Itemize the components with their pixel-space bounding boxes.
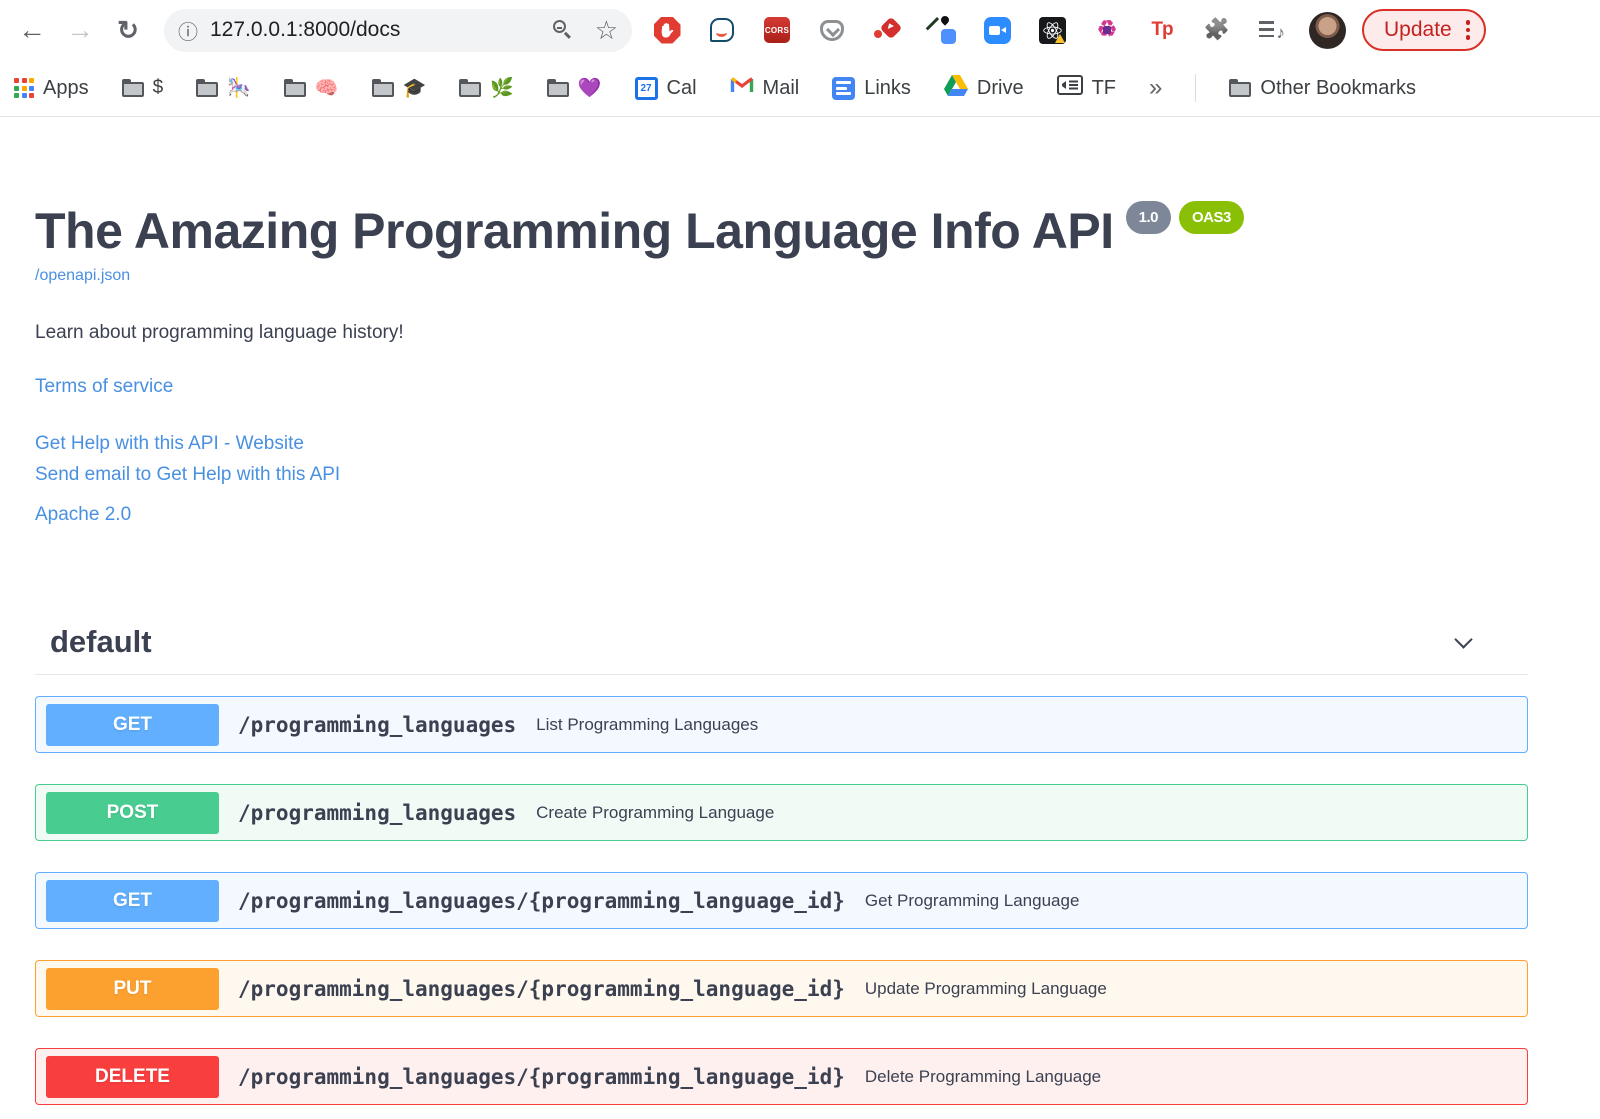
bookmark-tf[interactable]: TF	[1056, 75, 1116, 101]
pocket-extension-icon[interactable]	[817, 15, 847, 45]
bookmark-folder-money[interactable]: $	[121, 77, 163, 99]
calendar-icon: 27	[634, 76, 658, 100]
help-email-link[interactable]: Send email to Get Help with this API	[35, 464, 1528, 486]
reload-icon: ↻	[117, 14, 139, 45]
gmail-icon	[729, 76, 754, 100]
page-title: The Amazing Programming Language Info AP…	[35, 201, 1528, 260]
bookmark-folder-heart[interactable]: 💜	[546, 76, 602, 100]
red-arrow-extension-icon[interactable]	[872, 15, 903, 45]
endpoint-summary: Update Programming Language	[864, 978, 1107, 998]
site-info-icon[interactable]: ⓘ	[178, 16, 198, 45]
api-description: Learn about programming language history…	[35, 322, 404, 343]
bookmark-folder-carousel[interactable]: 🎠	[196, 76, 251, 100]
apps-grid-icon	[14, 78, 34, 98]
openapi-spec-link[interactable]: /openapi.json	[35, 267, 1528, 285]
tf-card-icon	[1056, 75, 1083, 101]
endpoint-path: /programming_languages/{programming_lang…	[238, 1064, 845, 1089]
method-badge: POST	[46, 791, 219, 834]
method-badge: DELETE	[46, 1055, 219, 1098]
endpoint-path: /programming_languages/{programming_lang…	[238, 976, 845, 1001]
folder-icon	[196, 79, 219, 97]
tag-name: default	[50, 624, 152, 659]
address-bar[interactable]: ⓘ 127.0.0.1:8000/docs ☆	[164, 8, 632, 52]
method-badge: PUT	[46, 967, 219, 1010]
chevron-down-icon[interactable]	[1454, 629, 1473, 649]
zoom-out-icon[interactable]	[552, 20, 573, 40]
browser-menu-icon[interactable]	[1465, 20, 1471, 40]
bookmarks-bar: Apps $ 🎠 🧠 🎓 🌿 💜 27 Cal Mail Links Drive…	[0, 60, 1600, 117]
bookmark-folder-herb[interactable]: 🌿	[459, 76, 514, 100]
endpoint-summary: Delete Programming Language	[864, 1066, 1102, 1086]
bookmark-folder-brain[interactable]: 🧠	[283, 76, 339, 100]
version-badge: 1.0	[1125, 201, 1172, 234]
endpoint-row-post-create[interactable]: POST /programming_languages Create Progr…	[35, 784, 1528, 841]
drive-icon	[943, 74, 968, 102]
tag-section-default: default GET /programming_languages List …	[35, 618, 1528, 1105]
endpoint-path: /programming_languages	[238, 712, 517, 737]
bookmark-calendar[interactable]: 27 Cal	[634, 76, 697, 100]
playlist-icon[interactable]: ♪	[1257, 15, 1287, 45]
endpoint-row-delete[interactable]: DELETE /programming_languages/{programmi…	[35, 1048, 1528, 1105]
other-bookmarks[interactable]: Other Bookmarks	[1229, 77, 1416, 100]
endpoint-summary: Get Programming Language	[864, 890, 1080, 910]
bookmark-mail[interactable]: Mail	[729, 76, 799, 100]
bookmark-apps[interactable]: Apps	[14, 77, 89, 100]
bookmark-star-icon[interactable]: ☆	[595, 17, 618, 43]
bookmark-links[interactable]: Links	[832, 76, 911, 100]
endpoint-path: /programming_languages/{programming_lang…	[238, 888, 845, 913]
url-text[interactable]: 127.0.0.1:8000/docs	[210, 18, 553, 42]
back-button[interactable]: ←	[12, 10, 52, 50]
eyedropper-extension-icon[interactable]	[925, 14, 957, 45]
endpoint-row-get-list[interactable]: GET /programming_languages List Programm…	[35, 696, 1528, 753]
license-link[interactable]: Apache 2.0	[35, 504, 1528, 526]
reload-button[interactable]: ↻	[108, 10, 148, 50]
react-devtools-extension-icon[interactable]	[1037, 15, 1067, 45]
bookmark-folder-grad[interactable]: 🎓	[371, 76, 426, 100]
adblock-extension-icon[interactable]: ✋	[652, 15, 682, 45]
endpoint-row-get-one[interactable]: GET /programming_languages/{programming_…	[35, 872, 1528, 929]
cors-extension-icon[interactable]: CORS	[762, 15, 792, 45]
browser-toolbar: ← → ↻ ⓘ 127.0.0.1:8000/docs ☆ ✋ CORS ♻ T…	[0, 0, 1600, 60]
folder-icon	[459, 79, 482, 97]
tag-header[interactable]: default	[35, 618, 1528, 675]
endpoint-row-put-update[interactable]: PUT /programming_languages/{programming_…	[35, 960, 1528, 1017]
endpoint-summary: List Programming Languages	[536, 714, 759, 734]
method-badge: GET	[46, 703, 219, 746]
bookmark-drive[interactable]: Drive	[943, 74, 1024, 102]
terms-of-service-link[interactable]: Terms of service	[35, 376, 1528, 398]
bookmarks-overflow-chevron[interactable]: »	[1149, 74, 1162, 102]
folder-icon	[283, 79, 306, 97]
bookmarks-divider	[1195, 74, 1197, 102]
puzzle-extensions-menu-icon[interactable]: 🧩	[1202, 15, 1232, 45]
endpoint-path: /programming_languages	[238, 800, 517, 825]
chrome-update-button[interactable]: Update	[1362, 9, 1487, 51]
oas3-badge: OAS3	[1179, 201, 1244, 234]
folder-icon	[121, 79, 144, 97]
endpoint-summary: Create Programming Language	[536, 802, 775, 822]
profile-avatar[interactable]	[1309, 11, 1346, 49]
recycle-extension-icon[interactable]: ♻	[1092, 15, 1122, 45]
swagger-page: The Amazing Programming Language Info AP…	[0, 117, 1600, 1105]
extensions-row: ✋ CORS ♻ Tp 🧩 ♪	[652, 14, 1287, 45]
folder-icon	[1229, 79, 1252, 97]
chat-bubble-extension-icon[interactable]	[707, 15, 737, 45]
zoom-extension-icon[interactable]	[982, 15, 1012, 45]
links-icon	[832, 76, 856, 100]
folder-icon	[371, 79, 394, 97]
method-badge: GET	[46, 879, 219, 922]
folder-icon	[546, 79, 569, 97]
tp-extension-icon[interactable]: Tp	[1147, 15, 1177, 45]
help-website-link[interactable]: Get Help with this API - Website	[35, 433, 1528, 455]
forward-button[interactable]: →	[60, 10, 100, 50]
